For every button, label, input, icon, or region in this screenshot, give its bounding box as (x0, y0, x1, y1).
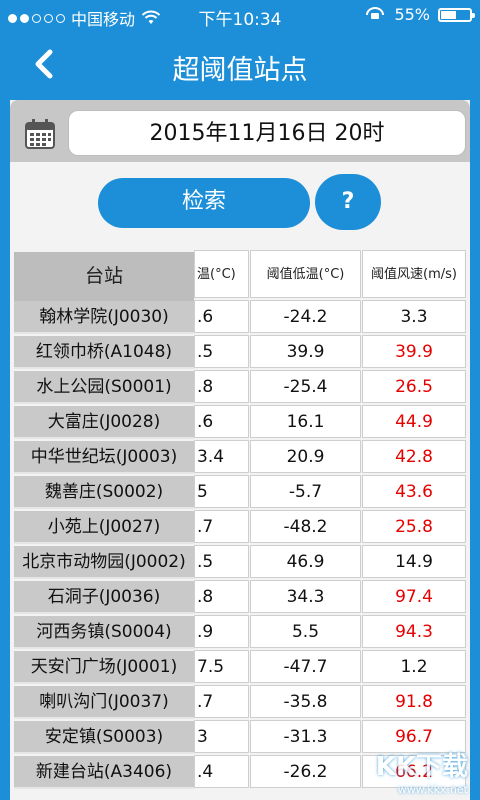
date-filter-bar: 2015年11月16日 20时 (10, 100, 470, 162)
cell-wind-speed: 25.8 (362, 510, 466, 543)
battery-percent: 55% (394, 5, 430, 24)
cell-low-temp: -26.2 (250, 755, 361, 788)
cell-wind-speed: 3.3 (362, 300, 466, 333)
watermark-site: www.kkx.net (397, 783, 468, 796)
cell-high-temp: .8 (194, 580, 249, 613)
cell-low-temp: -31.3 (250, 720, 361, 753)
cell-wind-speed: 42.8 (362, 440, 466, 473)
cell-low-temp: 34.3 (250, 580, 361, 613)
page-title: 超阈值站点 (172, 55, 308, 86)
cell-low-temp: -25.4 (250, 370, 361, 403)
station-name-cell[interactable]: 喇叭沟门(J0037) (14, 686, 194, 719)
station-name-cell[interactable]: 水上公园(S0001) (14, 371, 194, 404)
cell-low-temp: -35.8 (250, 685, 361, 718)
cell-wind-speed: 14.9 (362, 545, 466, 578)
cell-low-temp: -24.2 (250, 300, 361, 333)
cell-wind-speed: 39.9 (362, 335, 466, 368)
station-name-cell[interactable]: 魏善庄(S0002) (14, 476, 194, 509)
cell-high-temp: .5 (194, 545, 249, 578)
cell-high-temp: 3 (194, 720, 249, 753)
cell-wind-speed: 91.8 (362, 685, 466, 718)
navigation-bar: 超阈值站点 (0, 30, 480, 98)
station-name-cell[interactable]: 河西务镇(S0004) (14, 616, 194, 649)
search-button[interactable]: 检索 (98, 178, 310, 228)
cell-high-temp: .6 (194, 300, 249, 333)
battery-icon (438, 7, 475, 22)
cell-wind-speed: 94.3 (362, 615, 466, 648)
cell-low-temp: 46.9 (250, 545, 361, 578)
cell-high-temp: 3.4 (194, 440, 249, 473)
station-name-cell[interactable]: 大富庄(J0028) (14, 406, 194, 439)
status-bar: 中国移动 下午10:34 55% (0, 0, 480, 30)
header-wind-speed: 阈值风速(m/s) (362, 250, 466, 298)
cell-wind-speed: 43.6 (362, 475, 466, 508)
station-name-cell[interactable]: 中华世纪坛(J0003) (14, 441, 194, 474)
help-button[interactable]: ? (315, 174, 381, 230)
header-station: 台站 (14, 252, 194, 301)
station-name-cell[interactable]: 翰林学院(J0030) (14, 301, 194, 334)
station-name-cell[interactable]: 新建台站(A3406) (14, 756, 194, 789)
cell-high-temp: .8 (194, 370, 249, 403)
cell-low-temp: 5.5 (250, 615, 361, 648)
cell-wind-speed: 1.2 (362, 650, 466, 683)
station-name-cell[interactable]: 石洞子(J0036) (14, 581, 194, 614)
status-right: 55% (364, 5, 475, 24)
cell-wind-speed: 44.9 (362, 405, 466, 438)
station-name-cell[interactable]: 小苑上(J0027) (14, 511, 194, 544)
cell-low-temp: -5.7 (250, 475, 361, 508)
cell-low-temp: 20.9 (250, 440, 361, 473)
station-name-cell[interactable]: 红领巾桥(A1048) (14, 336, 194, 369)
cell-wind-speed: 26.5 (362, 370, 466, 403)
rotation-lock-icon (366, 6, 385, 19)
station-name-cell[interactable]: 北京市动物园(J0002) (14, 546, 194, 579)
cell-high-temp: .6 (194, 405, 249, 438)
station-name-cell[interactable]: 天安门广场(J0001) (14, 651, 194, 684)
cell-high-temp: 7.5 (194, 650, 249, 683)
cell-high-temp: .5 (194, 335, 249, 368)
calendar-icon[interactable] (24, 118, 56, 150)
cell-high-temp: .9 (194, 615, 249, 648)
cell-low-temp: -48.2 (250, 510, 361, 543)
cell-low-temp: 16.1 (250, 405, 361, 438)
cell-high-temp: .7 (194, 510, 249, 543)
header-low-temp: 阈值低温(°C) (250, 250, 361, 298)
cell-low-temp: 39.9 (250, 335, 361, 368)
station-name-cell[interactable]: 安定镇(S0003) (14, 721, 194, 754)
content-panel: 2015年11月16日 20时 检索 ? 温(°C) 阈值低温(°C) 阈值风速… (10, 100, 470, 800)
watermark-brand: KK下载 (375, 752, 468, 782)
cell-low-temp: -47.7 (250, 650, 361, 683)
header-high-temp: 温(°C) (194, 250, 249, 298)
cell-high-temp: 5 (194, 475, 249, 508)
cell-high-temp: .7 (194, 685, 249, 718)
datetime-input[interactable]: 2015年11月16日 20时 (68, 110, 466, 156)
watermark-logo: KK下载 www.kkx.net (376, 746, 468, 796)
cell-wind-speed: 97.4 (362, 580, 466, 613)
cell-high-temp: .4 (194, 755, 249, 788)
